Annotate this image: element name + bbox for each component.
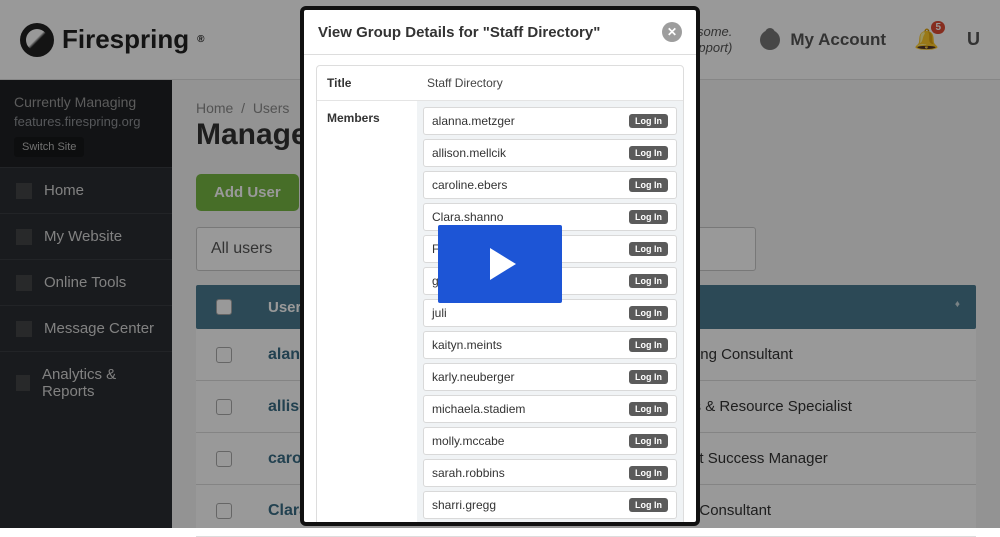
member-row: sharri.gregg Log In (423, 491, 677, 519)
login-button[interactable]: Log In (629, 338, 668, 352)
play-icon (490, 248, 516, 280)
login-button[interactable]: Log In (629, 210, 668, 224)
member-row: michaela.stadiem Log In (423, 395, 677, 423)
login-button[interactable]: Log In (629, 242, 668, 256)
login-button[interactable]: Log In (629, 466, 668, 480)
login-button[interactable]: Log In (629, 370, 668, 384)
member-username: sarah.robbins (432, 466, 505, 480)
login-button[interactable]: Log In (629, 146, 668, 160)
member-row: allison.mellcik Log In (423, 139, 677, 167)
login-button[interactable]: Log In (629, 114, 668, 128)
login-button[interactable]: Log In (629, 402, 668, 416)
login-button[interactable]: Log In (629, 498, 668, 512)
member-row: karly.neuberger Log In (423, 363, 677, 391)
member-row: molly.mccabe Log In (423, 427, 677, 455)
member-row: kaityn.meints Log In (423, 331, 677, 359)
member-row: alanna.metzger Log In (423, 107, 677, 135)
member-username: molly.mccabe (432, 434, 504, 448)
member-username: sharri.gregg (432, 498, 496, 512)
member-row: sarah.robbins Log In (423, 459, 677, 487)
login-button[interactable]: Log In (629, 434, 668, 448)
member-username: Clara.shanno (432, 210, 503, 224)
members-list: alanna.metzger Log In allison.mellcik Log I… (417, 101, 683, 522)
field-title-label: Title (317, 66, 417, 100)
member-username: juli (432, 306, 447, 320)
member-username: karly.neuberger (432, 370, 515, 384)
member-username: allison.mellcik (432, 146, 506, 160)
member-username: kaityn.meints (432, 338, 502, 352)
group-title-value: Staff Directory (417, 66, 683, 100)
login-button[interactable]: Log In (629, 306, 668, 320)
member-username: alanna.metzger (432, 114, 515, 128)
field-members-label: Members (317, 101, 417, 135)
login-button[interactable]: Log In (629, 178, 668, 192)
modal-header: View Group Details for "Staff Directory"… (304, 10, 696, 55)
member-username: michaela.stadiem (432, 402, 525, 416)
login-button[interactable]: Log In (629, 274, 668, 288)
modal-title: View Group Details for "Staff Directory" (318, 24, 600, 41)
close-icon[interactable]: ✕ (662, 22, 682, 42)
member-row: juli Log In (423, 299, 677, 327)
video-play-button[interactable] (438, 225, 562, 303)
member-username: caroline.ebers (432, 178, 507, 192)
member-row: caroline.ebers Log In (423, 171, 677, 199)
